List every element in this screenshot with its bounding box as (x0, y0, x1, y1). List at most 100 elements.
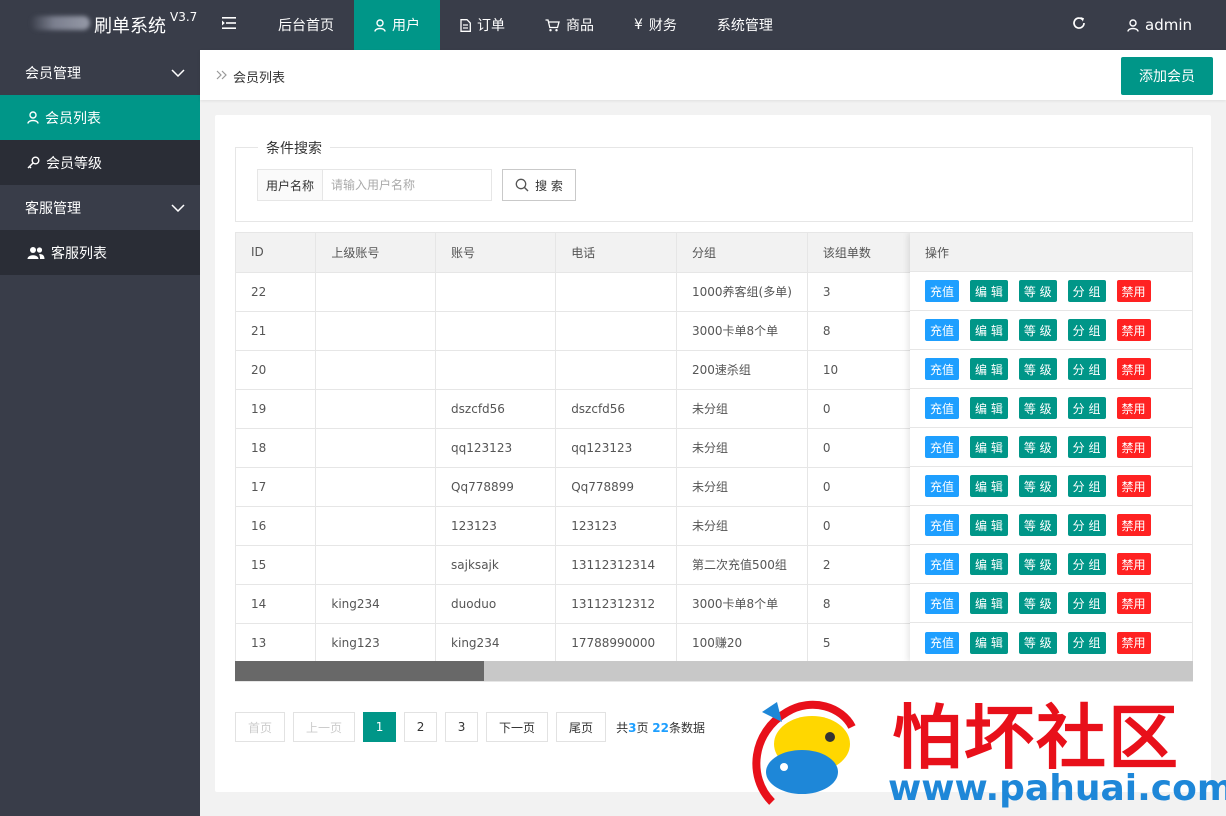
last-page-button[interactable]: 尾页 (556, 712, 607, 742)
edit-button[interactable]: 编 辑 (970, 592, 1008, 614)
disable-button[interactable]: 禁用 (1116, 553, 1151, 575)
group-button[interactable]: 分 组 (1067, 397, 1106, 419)
edit-button[interactable]: 编 辑 (970, 631, 1008, 654)
table-cell (315, 272, 437, 312)
col-header[interactable]: 账号 (435, 233, 557, 273)
level-button[interactable]: 等 级 (1018, 514, 1057, 536)
user-menu[interactable]: admin (1107, 0, 1226, 50)
pagination-summary: 共3页 22条数据 (616, 720, 705, 735)
sidebar-item-support-list[interactable]: 客服列表 (0, 230, 200, 275)
level-button[interactable]: 等 级 (1018, 358, 1057, 380)
group-button[interactable]: 分 组 (1067, 319, 1106, 341)
search-button-label: 搜 索 (535, 178, 563, 193)
level-button[interactable]: 等 级 (1018, 553, 1057, 575)
level-button[interactable]: 等 级 (1018, 592, 1057, 614)
recharge-button[interactable]: 充值 (925, 436, 960, 458)
edit-button[interactable]: 编 辑 (970, 514, 1008, 536)
group-button[interactable]: 分 组 (1067, 475, 1106, 497)
app-title: 刷单系统 (94, 16, 166, 37)
recharge-button[interactable]: 充值 (925, 280, 960, 302)
next-page-button[interactable]: 下一页 (486, 712, 549, 742)
edit-button[interactable]: 编 辑 (970, 475, 1008, 497)
edit-button[interactable]: 编 辑 (970, 319, 1008, 341)
table-cell: 123123 (435, 506, 557, 546)
recharge-button[interactable]: 充值 (925, 631, 960, 654)
edit-button[interactable]: 编 辑 (970, 358, 1008, 380)
sidebar-group-support[interactable]: 客服管理 (0, 185, 200, 230)
recharge-button[interactable]: 充值 (925, 592, 960, 614)
disable-button[interactable]: 禁用 (1116, 436, 1151, 458)
username-search-input[interactable] (322, 169, 492, 201)
col-header[interactable]: ID (236, 233, 317, 273)
nav-finance-label: 财务 (648, 18, 677, 34)
edit-button[interactable]: 编 辑 (970, 397, 1008, 419)
breadcrumb-bar: 会员列表 添加会员 (200, 50, 1226, 100)
nav-users[interactable]: 用户 (354, 0, 440, 50)
group-button[interactable]: 分 组 (1067, 436, 1106, 458)
search-button[interactable]: 搜 索 (502, 169, 576, 201)
sidebar-item-member-list[interactable]: 会员列表 (0, 95, 200, 140)
recharge-button[interactable]: 充值 (925, 475, 960, 497)
table-cell (555, 272, 677, 312)
level-button[interactable]: 等 级 (1018, 436, 1057, 458)
nav-orders[interactable]: 订单 (440, 0, 525, 50)
sidebar-toggle-button[interactable] (200, 0, 258, 50)
col-header[interactable]: 分组 (676, 233, 808, 273)
recharge-button[interactable]: 充值 (925, 514, 960, 536)
recharge-button[interactable]: 充值 (925, 319, 960, 341)
col-header[interactable]: 上级账号 (315, 233, 437, 273)
table-cell: 3000卡单8个单 (676, 311, 808, 351)
recharge-button[interactable]: 充值 (925, 553, 960, 575)
disable-button[interactable]: 禁用 (1116, 319, 1151, 341)
table-cell: sajksajk (435, 545, 557, 585)
recharge-button[interactable]: 充值 (925, 397, 960, 419)
col-header[interactable]: 电话 (555, 233, 677, 273)
page-2-button[interactable]: 2 (404, 712, 438, 742)
edit-button[interactable]: 编 辑 (970, 436, 1008, 458)
page-3-button[interactable]: 3 (445, 712, 479, 742)
group-button[interactable]: 分 组 (1067, 280, 1106, 302)
disable-button[interactable]: 禁用 (1116, 631, 1151, 654)
group-button[interactable]: 分 组 (1067, 514, 1106, 536)
disable-button[interactable]: 禁用 (1116, 280, 1151, 302)
nav-system[interactable]: 系统管理 (697, 0, 793, 50)
nav-finance[interactable]: ¥ 财务 (614, 0, 697, 50)
recharge-button[interactable]: 充值 (925, 358, 960, 380)
disable-button[interactable]: 禁用 (1116, 475, 1151, 497)
level-button[interactable]: 等 级 (1018, 397, 1057, 419)
breadcrumb-current[interactable]: 会员列表 (233, 67, 285, 86)
group-button[interactable]: 分 组 (1067, 358, 1106, 380)
nav-products[interactable]: 商品 (525, 0, 614, 50)
edit-button[interactable]: 编 辑 (970, 553, 1008, 575)
level-button[interactable]: 等 级 (1018, 319, 1057, 341)
level-button[interactable]: 等 级 (1018, 280, 1057, 302)
disable-button[interactable]: 禁用 (1116, 397, 1151, 419)
disable-button[interactable]: 禁用 (1116, 358, 1151, 380)
sidebar-group-members[interactable]: 会员管理 (0, 50, 200, 95)
refresh-button[interactable] (1051, 0, 1107, 50)
first-page-button[interactable]: 首页 (235, 712, 286, 742)
disable-button[interactable]: 禁用 (1116, 514, 1151, 536)
table-cell (315, 350, 437, 390)
level-button[interactable]: 等 级 (1018, 475, 1057, 497)
edit-button[interactable]: 编 辑 (970, 280, 1008, 302)
scrollbar-thumb[interactable] (235, 661, 485, 681)
horizontal-scrollbar[interactable] (235, 661, 1193, 681)
app-version: V3.7 (170, 10, 198, 24)
table-cell: 13112312314 (555, 545, 677, 585)
table-cell: 0 (807, 428, 917, 468)
prev-page-button[interactable]: 上一页 (293, 712, 356, 742)
group-button[interactable]: 分 组 (1067, 553, 1106, 575)
table-cell (555, 311, 677, 351)
col-header[interactable]: 该组单数 (807, 233, 917, 273)
page-1-button[interactable]: 1 (363, 712, 397, 742)
add-member-button[interactable]: 添加会员 (1121, 57, 1213, 95)
user-name: admin (1145, 16, 1192, 34)
sidebar-item-member-level[interactable]: 会员等级 (0, 140, 200, 185)
disable-button[interactable]: 禁用 (1116, 592, 1151, 614)
level-button[interactable]: 等 级 (1018, 631, 1057, 654)
row-actions: 充值编 辑等 级分 组禁用 (910, 506, 1192, 545)
group-button[interactable]: 分 组 (1067, 592, 1106, 614)
nav-home[interactable]: 后台首页 (258, 0, 354, 50)
group-button[interactable]: 分 组 (1067, 631, 1106, 654)
